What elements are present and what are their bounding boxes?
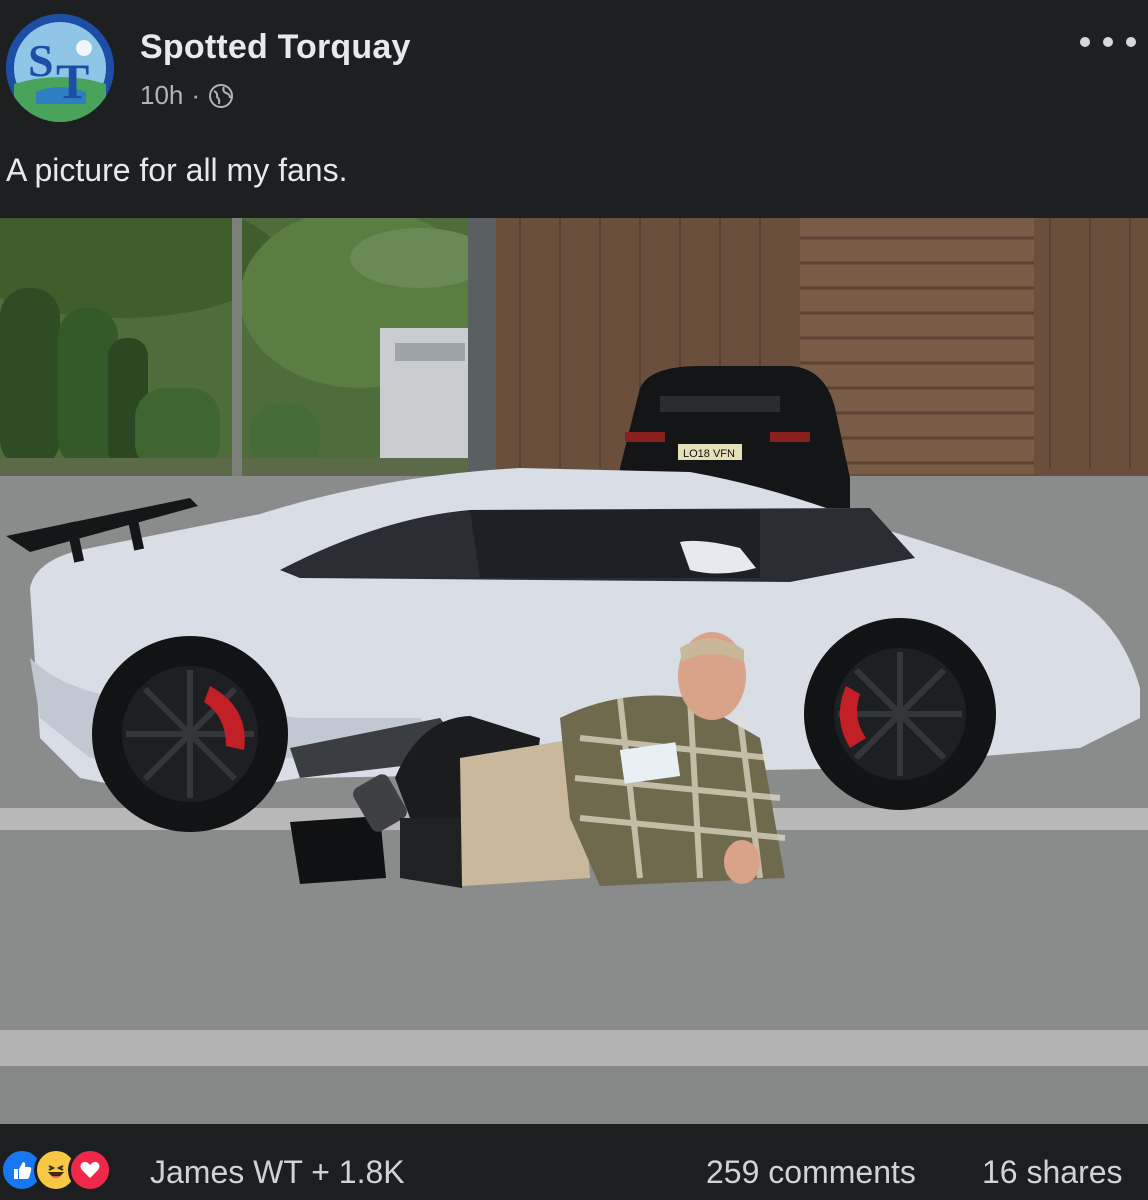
globe-icon	[209, 83, 234, 108]
meta-separator: ·	[191, 80, 201, 110]
photo-scene: LO18 VFN	[0, 218, 1148, 1124]
page-name-link[interactable]: Spotted Torquay	[140, 28, 411, 67]
more-options-icon[interactable]	[1080, 24, 1136, 60]
svg-text:T: T	[56, 53, 89, 109]
page-avatar[interactable]: S T	[6, 14, 114, 122]
post-meta: 10h ·	[140, 80, 234, 111]
license-plate-text: LO18 VFN	[683, 448, 735, 460]
svg-text:S: S	[28, 35, 54, 86]
post-timestamp[interactable]: 10h	[140, 80, 183, 111]
love-icon	[68, 1148, 112, 1192]
spotted-torquay-logo-icon: S T	[6, 14, 114, 122]
reaction-icons[interactable]	[0, 1148, 112, 1192]
post-photo[interactable]: LO18 VFN	[0, 218, 1148, 1124]
shares-count-link[interactable]: 16 shares	[982, 1154, 1123, 1191]
comments-count-link[interactable]: 259 comments	[706, 1154, 916, 1191]
reactions-summary[interactable]: James WT + 1.8K	[150, 1154, 405, 1191]
post-caption: A picture for all my fans.	[6, 152, 348, 188]
post-header: S T Spotted Torquay 10h · A picture for …	[0, 0, 1148, 218]
